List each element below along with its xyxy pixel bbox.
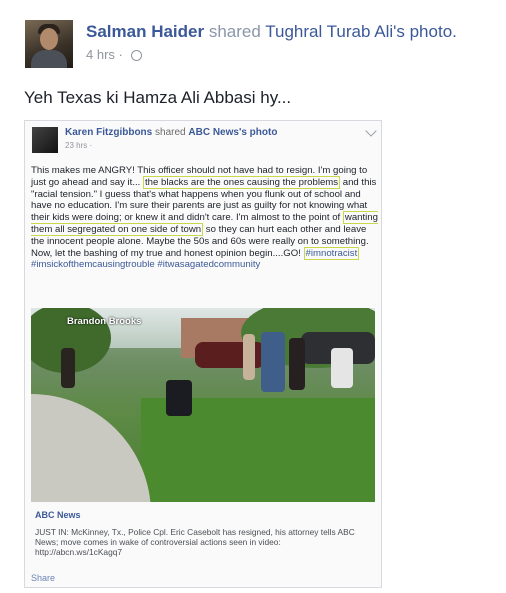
hashtags: #imsickofthemcausingtrouble #itwasagated… — [31, 259, 261, 271]
inner-share-link: Share — [31, 573, 56, 583]
inner-meta: 23 hrs · — [65, 141, 92, 150]
photo-path — [31, 394, 151, 502]
shared-label: shared — [208, 22, 261, 41]
post-meta: 4 hrs · — [86, 47, 142, 62]
embedded-photo: Brandon Brooks — [31, 308, 375, 502]
photo-figure — [331, 348, 353, 388]
avatar-face — [40, 28, 58, 50]
inner-post-text: This makes me ANGRY! This officer should… — [31, 165, 379, 271]
original-photo-link[interactable]: Tughral Turab Ali's photo. — [265, 22, 457, 41]
post-header: Salman Haider shared Tughral Turab Ali's… — [86, 22, 457, 42]
link-preview: ABC News JUST IN: McKinney, Tx., Police … — [31, 507, 375, 567]
inner-author-name: Karen Fitzgibbons — [65, 127, 153, 138]
inner-timestamp: 23 hrs — [65, 141, 88, 150]
author-name-link[interactable]: Salman Haider — [86, 22, 204, 41]
inner-separator: · — [89, 141, 93, 150]
avatar[interactable] — [25, 20, 73, 68]
post-timestamp[interactable]: 4 hrs — [86, 47, 115, 62]
link-description: JUST IN: McKinney, Tx., Police Cpl. Eric… — [35, 527, 355, 557]
photo-figure — [166, 380, 192, 416]
link-source: ABC News — [35, 510, 81, 520]
inner-shared-label: shared — [155, 127, 186, 138]
photo-watermark: Brandon Brooks — [67, 316, 142, 327]
feed-post: Salman Haider shared Tughral Turab Ali's… — [0, 0, 506, 593]
chevron-down-icon — [365, 125, 377, 137]
inner-avatar — [32, 127, 58, 153]
photo-figure — [243, 334, 255, 380]
avatar-body — [31, 50, 67, 68]
highlighted-phrase: the blacks are the ones causing the prob… — [143, 175, 341, 189]
photo-figure — [61, 348, 75, 388]
meta-separator: · — [118, 47, 123, 62]
globe-icon[interactable] — [130, 50, 142, 61]
inner-post-header: Karen Fitzgibbons shared ABC News's phot… — [65, 127, 277, 138]
photo-figure — [261, 332, 285, 392]
post-caption: Yeh Texas ki Hamza Ali Abbasi hy... — [24, 88, 292, 107]
inner-shared-source: ABC News's photo — [188, 127, 278, 138]
shared-screenshot-image[interactable]: Karen Fitzgibbons shared ABC News's phot… — [24, 120, 382, 588]
photo-figure — [289, 338, 305, 390]
highlighted-hashtag: #imnotracist — [303, 246, 360, 260]
